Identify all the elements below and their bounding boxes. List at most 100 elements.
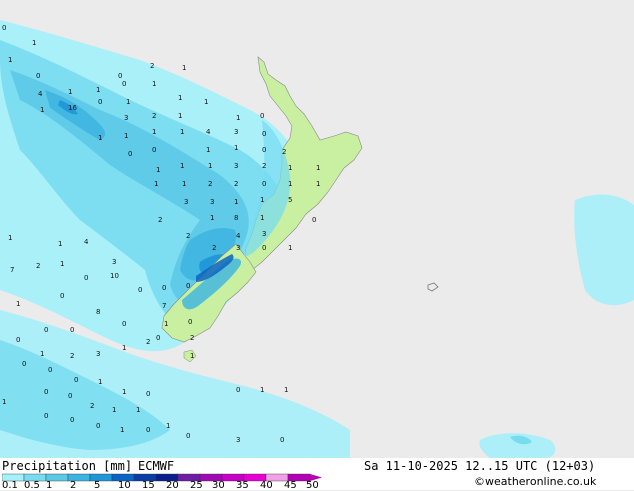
precip-value-label: 1 bbox=[178, 112, 182, 120]
precip-value-label: 0 bbox=[186, 432, 190, 440]
valid-datetime: Sa 11-10-2025 12..15 UTC (12+03) bbox=[364, 459, 596, 473]
precip-value-label: 0 bbox=[48, 366, 52, 374]
precip-value-label: 4 bbox=[236, 232, 241, 240]
precip-value-label: 1 bbox=[180, 162, 184, 170]
precip-value-label: 8 bbox=[234, 214, 238, 222]
precip-value-label: 1 bbox=[120, 426, 124, 434]
precip-value-label: 1 bbox=[208, 162, 212, 170]
precip-value-label: 0 bbox=[98, 98, 102, 106]
precip-value-label: 0 bbox=[44, 388, 48, 396]
colorbar-tick: 45 bbox=[284, 480, 297, 491]
colorbar-tick: 1 bbox=[46, 480, 53, 491]
colorbar-tick: 10 bbox=[118, 480, 131, 491]
site-credit: ©weatheronline.co.uk bbox=[474, 475, 597, 488]
precip-value-label: 7 bbox=[10, 266, 14, 274]
precip-value-label: 0 bbox=[70, 416, 74, 424]
precip-value-label: 2 bbox=[186, 232, 190, 240]
precip-value-label: 2 bbox=[190, 334, 194, 342]
precip-value-label: 1 bbox=[16, 300, 20, 308]
precip-value-label: 0 bbox=[96, 422, 100, 430]
precip-value-label: 1 bbox=[112, 406, 116, 414]
precip-value-label: 7 bbox=[162, 302, 166, 310]
precip-value-label: 2 bbox=[234, 180, 238, 188]
precip-value-label: 1 bbox=[2, 398, 6, 406]
precip-value-label: 10 bbox=[110, 272, 119, 280]
precip-value-label: 2 bbox=[146, 338, 150, 346]
precip-value-label: 2 bbox=[150, 62, 154, 70]
precip-value-label: 0 bbox=[262, 180, 266, 188]
precip-value-label: 1 bbox=[260, 386, 264, 394]
precip-value-label: 5 bbox=[288, 196, 292, 204]
precip-value-label: 0 bbox=[74, 376, 78, 384]
precip-value-label: 1 bbox=[180, 128, 184, 136]
precip-value-label: 1 bbox=[288, 244, 292, 252]
precip-value-label: 1 bbox=[98, 134, 102, 142]
precip-value-label: 2 bbox=[282, 148, 286, 156]
precip-value-label: 1 bbox=[60, 260, 64, 268]
precip-value-label: 1 bbox=[234, 198, 238, 206]
precip-value-label: 0 bbox=[312, 216, 316, 224]
precip-value-label: 1 bbox=[96, 86, 100, 94]
precip-value-label: 1 bbox=[40, 106, 44, 114]
precip-value-label: 0 bbox=[146, 426, 150, 434]
precip-value-label: 1 bbox=[122, 388, 126, 396]
precip-value-label: 0 bbox=[118, 72, 122, 80]
precip-value-label: 0 bbox=[262, 130, 266, 138]
precip-value-label: 0 bbox=[188, 318, 192, 326]
precip-value-label: 3 bbox=[184, 198, 188, 206]
precip-value-label: 1 bbox=[152, 80, 156, 88]
precip-value-label: 3 bbox=[210, 198, 214, 206]
precip-value-label: 0 bbox=[16, 336, 20, 344]
precip-value-label: 8 bbox=[96, 308, 100, 316]
precip-value-label: 0 bbox=[146, 390, 150, 398]
colorbar-tick: 0.5 bbox=[24, 480, 40, 491]
precip-value-label: 1 bbox=[288, 164, 292, 172]
precip-value-label: 1 bbox=[190, 352, 194, 360]
precip-value-label: 1 bbox=[236, 114, 240, 122]
precip-value-label: 1 bbox=[166, 422, 170, 430]
precip-value-label: 4 bbox=[38, 90, 43, 98]
precip-value-label: 1 bbox=[234, 144, 238, 152]
precip-value-label: 1 bbox=[182, 64, 186, 72]
precip-value-label: 0 bbox=[162, 284, 166, 292]
precipitation-map: 0110 02 104 1 111016113 2 111 01 1 1 10 04 3 01 11 1 0 21… bbox=[0, 0, 634, 458]
colorbar-tick: 15 bbox=[142, 480, 155, 491]
precip-value-label: 1 bbox=[288, 180, 292, 188]
precip-value-label: 1 bbox=[122, 344, 126, 352]
precip-value-label: 0 bbox=[22, 360, 26, 368]
precip-value-label: 0 bbox=[60, 292, 64, 300]
precip-value-label: 2 bbox=[262, 162, 266, 170]
precip-value-label: 1 bbox=[154, 180, 158, 188]
colorbar-tick: 35 bbox=[236, 480, 249, 491]
precip-value-label: 2 bbox=[208, 180, 212, 188]
precip-value-label: 0 bbox=[236, 386, 240, 394]
precip-value-label: 0 bbox=[84, 274, 88, 282]
precip-value-label: 1 bbox=[204, 98, 208, 106]
precip-value-label: 1 bbox=[32, 39, 36, 47]
precip-value-label: 2 bbox=[90, 402, 94, 410]
precip-value-label: 1 bbox=[126, 98, 130, 106]
precip-value-label: 3 bbox=[236, 244, 240, 252]
precip-value-label: 0 bbox=[44, 412, 48, 420]
precip-value-label: 1 bbox=[260, 214, 264, 222]
colorbar-tick: 0.1 bbox=[2, 480, 18, 491]
precip-value-label: 1 bbox=[58, 240, 62, 248]
precip-value-label: 0 bbox=[122, 320, 126, 328]
precip-value-label: 0 bbox=[186, 282, 190, 290]
colorbar-tick: 25 bbox=[190, 480, 203, 491]
precip-value-label: 1 bbox=[136, 406, 140, 414]
precip-value-label: 4 bbox=[206, 128, 211, 136]
colorbar-tick: 40 bbox=[260, 480, 273, 491]
precip-value-label: 0 bbox=[128, 150, 132, 158]
precip-value-label: 0 bbox=[36, 72, 40, 80]
precip-value-label: 0 bbox=[138, 286, 142, 294]
precip-value-label: 16 bbox=[68, 104, 77, 112]
precip-value-label: 1 bbox=[124, 132, 128, 140]
precip-value-label: 0 bbox=[68, 392, 72, 400]
precip-value-label: 1 bbox=[164, 320, 168, 328]
colorbar-tick: 20 bbox=[166, 480, 179, 491]
precip-value-label: 1 bbox=[178, 94, 182, 102]
precip-value-label: 2 bbox=[36, 262, 40, 270]
model-name: ECMWF bbox=[138, 459, 175, 473]
colorbar-tick: 2 bbox=[70, 480, 77, 491]
